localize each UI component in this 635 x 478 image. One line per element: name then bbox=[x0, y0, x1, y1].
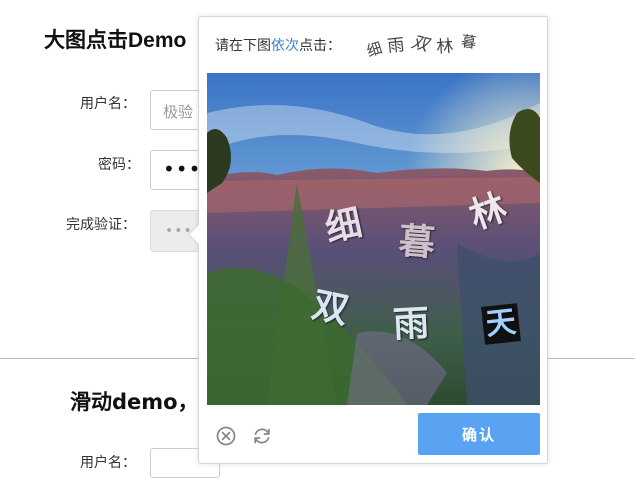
target-char: 细 bbox=[364, 38, 385, 61]
username-label: 用户名： bbox=[80, 96, 136, 112]
section2-title: 滑动demo， bbox=[70, 390, 199, 414]
target-char: 双 bbox=[409, 32, 431, 56]
confirm-button[interactable]: 确认 bbox=[418, 413, 540, 455]
prompt-prefix: 请在下图 bbox=[215, 38, 271, 54]
captcha-image[interactable]: 细 暮 林 双 雨 天 bbox=[207, 73, 540, 405]
refresh-icon[interactable] bbox=[251, 425, 273, 447]
target-char: 雨 bbox=[386, 35, 406, 57]
target-char: 暮 bbox=[459, 32, 478, 52]
captcha-char[interactable]: 雨 bbox=[392, 294, 431, 348]
prompt-highlight: 依次 bbox=[271, 38, 299, 54]
page-title: 大图点击Demo bbox=[44, 29, 187, 52]
captcha-prompt: 请在下图依次点击： bbox=[215, 35, 341, 55]
prompt-suffix: 点击： bbox=[299, 38, 341, 54]
verify-label: 完成验证： bbox=[66, 217, 136, 233]
landscape-image bbox=[207, 73, 540, 405]
section2-username-label: 用户名： bbox=[80, 455, 136, 471]
captcha-popup: 请在下图依次点击： 细 雨 双 林 暮 细 暮 林 双 雨 天 确认 bbox=[187, 16, 548, 464]
password-label: 密码： bbox=[98, 157, 140, 173]
loading-dots-icon: ••• bbox=[165, 223, 193, 239]
captcha-char[interactable]: 暮 bbox=[397, 212, 437, 266]
captcha-char[interactable]: 天 bbox=[481, 303, 521, 345]
target-char: 林 bbox=[435, 36, 455, 58]
target-characters: 细 雨 双 林 暮 bbox=[364, 29, 478, 61]
close-circle-icon[interactable] bbox=[215, 425, 237, 447]
